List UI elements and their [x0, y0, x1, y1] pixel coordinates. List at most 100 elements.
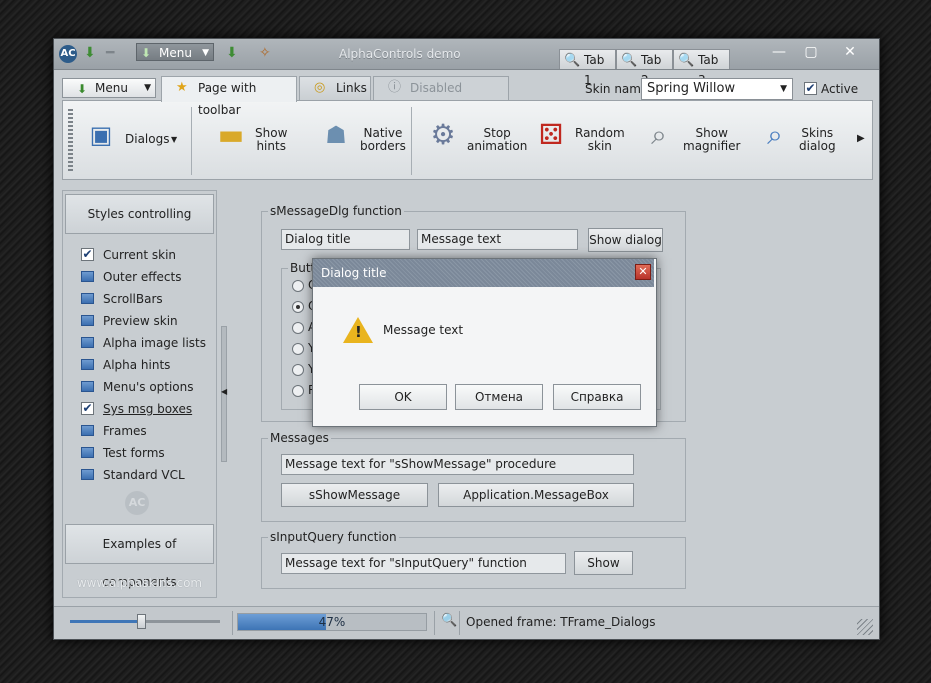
button-radio-6[interactable] [292, 385, 304, 397]
stop-animation-button[interactable]: ⚙ Stop animation [425, 113, 527, 169]
progress-bar: 47% [237, 613, 427, 631]
list-item-sys-msg-boxes[interactable]: ✔ Sys msg boxes [81, 400, 192, 418]
status-bar: 47% 🔍 Opened frame: TFrame_Dialogs [54, 606, 879, 639]
list-item-icon [81, 447, 94, 458]
dialog-title-input[interactable]: Dialog title [281, 229, 410, 250]
title-bar: AC ⬇ ━ ⬇ Menu ▼ ⬇ ✧ AlphaControls demo 🔍… [54, 39, 879, 87]
menu-download-icon: ⬇ [77, 82, 88, 96]
list-item-frames[interactable]: Frames [81, 422, 147, 440]
skin-select[interactable]: Spring Willow ▼ [641, 78, 793, 100]
cancel-button[interactable]: Отмена [455, 384, 543, 410]
examples-of-components-button[interactable]: Examples of components [65, 524, 214, 589]
list-item-icon [81, 315, 94, 326]
maximize-icon: ▢ [804, 44, 818, 60]
dialog-message: Message text [383, 323, 464, 337]
dialog-title: Dialog title [321, 266, 387, 280]
wand-icon[interactable]: ✧ [259, 45, 271, 61]
list-item-icon [81, 469, 94, 480]
zoom-slider-fill [70, 620, 141, 623]
window-icon: ▣ [89, 121, 113, 149]
application-messagebox-button[interactable]: Application.MessageBox [438, 483, 634, 507]
magnifier-icon: 🔍 [564, 53, 581, 68]
message-dialog: Dialog title ✕ ! Message text OK Отмена … [312, 258, 657, 427]
warning-icon: ! [343, 317, 373, 343]
status-separator [232, 611, 233, 635]
tab-links[interactable]: ◎ Links [299, 76, 371, 101]
show-dialog-button[interactable]: Show dialog [588, 228, 663, 252]
list-item-alpha-hints[interactable]: Alpha hints [81, 356, 170, 374]
title-menu-button[interactable]: ⬇ Menu ▼ [136, 43, 214, 61]
status-separator [434, 611, 435, 635]
list-item-icon [81, 271, 94, 282]
list-item-icon [81, 381, 94, 392]
button-radio-4[interactable] [292, 343, 304, 355]
toolbar-grip[interactable] [68, 109, 73, 173]
toolbar-more-icon[interactable]: ▶ [857, 133, 865, 144]
panel-splitter[interactable]: ◀ [221, 326, 227, 462]
smessagedlg-group-label: sMessageDlg function [268, 204, 404, 218]
tab-page-with-toolbar[interactable]: ★ Page with toolbar [161, 76, 297, 117]
dialogs-button[interactable]: ▣ Dialogs ▼ [83, 113, 183, 169]
close-button[interactable]: ✕ [832, 43, 868, 61]
collapse-arrow-icon[interactable]: ◀ [221, 387, 227, 396]
button-radio-1[interactable] [292, 280, 304, 292]
save-icon[interactable]: ⬇ [84, 45, 96, 61]
title-tab-3[interactable]: 🔍 Tab 3 [673, 49, 730, 87]
status-text: Opened frame: TFrame_Dialogs [466, 615, 656, 629]
sshowmessage-button[interactable]: sShowMessage [281, 483, 428, 507]
app-logo-icon[interactable]: AC [59, 45, 77, 63]
list-item-alpha-image-lists[interactable]: Alpha image lists [81, 334, 206, 352]
title-tab-2[interactable]: 🔍 Tab 2 [616, 49, 673, 87]
show-message-text-input[interactable]: Message text for "sShowMessage" procedur… [281, 454, 634, 475]
button-radio-2[interactable] [292, 301, 304, 313]
close-icon: ✕ [638, 265, 648, 278]
button-radio-3[interactable] [292, 322, 304, 334]
maximize-button[interactable]: ▢ [796, 43, 826, 61]
magnifier-icon: 🔍 [621, 53, 638, 68]
random-skin-button[interactable]: ⚄ Random skin [533, 113, 625, 169]
list-item-menus-options[interactable]: Menu's options [81, 378, 194, 396]
message-text-input[interactable]: Message text [417, 229, 578, 250]
active-checkbox[interactable]: ✔ [804, 82, 817, 95]
list-item-current-skin[interactable]: ✔ Current skin [81, 246, 176, 264]
input-query-show-button[interactable]: Show [574, 551, 633, 575]
resize-grip-icon[interactable] [857, 619, 873, 635]
styles-panel: Styles controlling ✔ Current skin Outer e… [62, 190, 217, 598]
ok-button[interactable]: OK [359, 384, 447, 410]
menu-button[interactable]: ⬇ Menu ▼ [62, 78, 156, 98]
list-item-scrollbars[interactable]: ScrollBars [81, 290, 163, 308]
show-magnifier-button[interactable]: ⌕ Show magnifier [641, 113, 741, 169]
title-tab-1[interactable]: 🔍 Tab 1 [559, 49, 616, 87]
minimize-icon: — [772, 44, 786, 60]
zoom-slider-thumb[interactable] [137, 614, 146, 629]
download-icon[interactable]: ⬇ [226, 45, 238, 61]
progress-text: 47% [318, 615, 346, 629]
magnifier-icon: 🔍 [678, 53, 695, 68]
dialog-title-bar[interactable]: Dialog title [313, 259, 654, 287]
show-hints-button[interactable]: ▬ Show hints [213, 113, 293, 169]
list-item-icon [81, 425, 94, 436]
button-radio-5[interactable] [292, 364, 304, 376]
window-title: AlphaControls demo [339, 47, 461, 61]
skins-dialog-button[interactable]: ⌕ Skins dialog [757, 113, 847, 169]
dialog-close-button[interactable]: ✕ [635, 264, 651, 280]
native-borders-button[interactable]: ☗ Native borders [318, 113, 408, 169]
info-icon: ⓘ [388, 80, 402, 95]
styles-controlling-button[interactable]: Styles controlling [65, 194, 214, 234]
list-item-preview-skin[interactable]: Preview skin [81, 312, 178, 330]
checkbox-checked-icon: ✔ [81, 401, 94, 415]
chevron-down-icon: ▼ [780, 84, 787, 94]
separator-icon: ━ [106, 45, 115, 61]
checkmark-icon: ✔ [805, 81, 816, 95]
list-item-outer-effects[interactable]: Outer effects [81, 268, 181, 286]
input-query-text-input[interactable]: Message text for "sInputQuery" function [281, 553, 566, 574]
alphaskins-url-link[interactable]: www.alphaskins.com [63, 576, 216, 590]
magnifier-icon[interactable]: 🔍 [441, 613, 457, 628]
help-button[interactable]: Справка [553, 384, 641, 410]
chevron-down-icon: ▼ [144, 83, 151, 93]
list-item-icon [81, 359, 94, 370]
list-item-standard-vcl[interactable]: Standard VCL [81, 466, 185, 484]
list-item-test-forms[interactable]: Test forms [81, 444, 165, 462]
minimize-button[interactable]: — [764, 43, 794, 61]
checkbox-checked-icon: ✔ [81, 247, 94, 261]
